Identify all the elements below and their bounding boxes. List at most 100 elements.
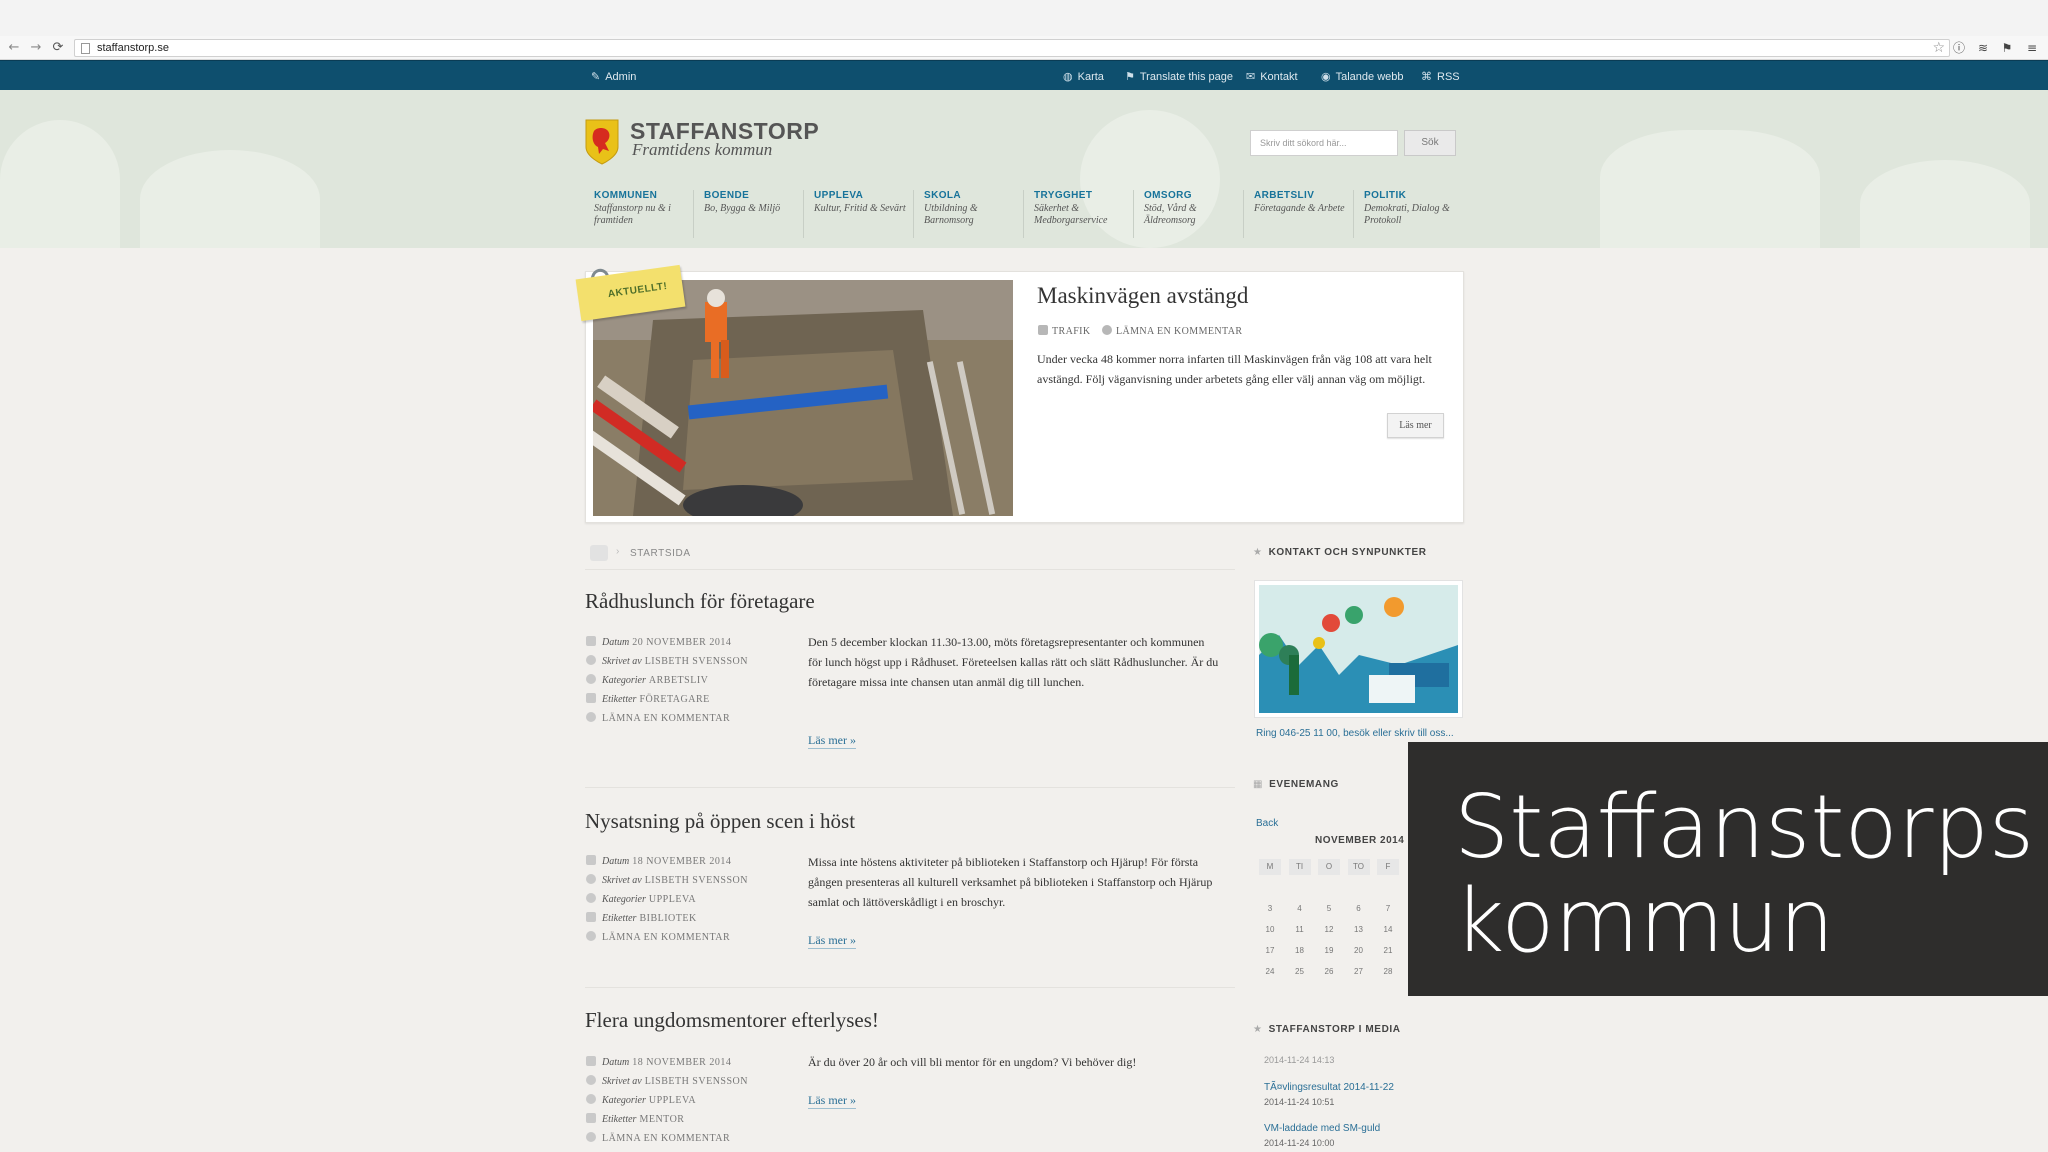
calendar-day[interactable]: 7 — [1377, 901, 1399, 917]
meta-tags[interactable]: Etiketter MENTOR — [586, 1113, 786, 1132]
calendar-day[interactable]: 14 — [1377, 922, 1399, 938]
kontakt-caption-link[interactable]: Ring 046-25 11 00, besök eller skriv til… — [1256, 728, 1454, 739]
meta-author[interactable]: Skrivet av LISBETH SVENSSON — [586, 874, 786, 893]
breadcrumb-home-icon[interactable] — [590, 545, 608, 561]
header-silhouette — [1860, 160, 2030, 248]
calendar-day[interactable]: 4 — [1289, 901, 1311, 917]
post-meta: Datum 18 NOVEMBER 2014 Skrivet av LISBETH … — [586, 1056, 786, 1151]
divider — [585, 569, 1235, 570]
calendar-day[interactable]: 24 — [1259, 964, 1281, 980]
featured-comment-link[interactable]: LÄMNA EN KOMMENTAR — [1102, 325, 1242, 337]
media-item-link[interactable]: VM-laddade med SM-guld — [1264, 1123, 1380, 1134]
calendar-day[interactable]: 6 — [1348, 901, 1370, 917]
back-icon[interactable]: ← — [6, 40, 22, 56]
post-read-more-link[interactable]: Läs mer » — [808, 733, 856, 749]
comment-icon — [586, 1132, 596, 1142]
karta-link[interactable]: ◍ Karta — [1063, 70, 1104, 83]
forward-icon[interactable]: → — [28, 40, 44, 56]
calendar-day[interactable]: 28 — [1377, 964, 1399, 980]
post-meta: Datum 18 NOVEMBER 2014 Skrivet av LISBETH … — [586, 855, 786, 950]
extension-layers-icon[interactable]: ≋ — [1975, 40, 1991, 56]
meta-tags[interactable]: Etiketter BIBLIOTEK — [586, 912, 786, 931]
meta-comment-link[interactable]: LÄMNA EN KOMMENTAR — [586, 1132, 786, 1151]
search-input[interactable]: Skriv ditt sökord här... — [1250, 130, 1398, 156]
kontakt-illustration-art — [1259, 585, 1458, 713]
search-button[interactable]: Sök — [1404, 130, 1456, 156]
nav-item-kommunen[interactable]: KOMMUNEN Staffanstorp nu & i framtiden — [594, 190, 694, 227]
reload-icon[interactable]: ⟳ — [50, 40, 66, 56]
kontakt-link[interactable]: ✉ Kontakt — [1246, 70, 1298, 83]
featured-photo[interactable] — [593, 280, 1013, 516]
nav-item-uppleva[interactable]: UPPLEVA Kultur, Fritid & Sevärt — [814, 190, 914, 215]
calendar-day[interactable]: 12 — [1318, 922, 1340, 938]
meta-category[interactable]: Kategorier ARBETSLIV — [586, 674, 786, 693]
tag-icon — [586, 693, 596, 703]
evenemang-heading: ▦ EVENEMANG — [1253, 779, 1339, 790]
calendar-day[interactable]: 11 — [1289, 922, 1311, 938]
post-read-more-link[interactable]: Läs mer » — [808, 1093, 856, 1109]
nav-divider — [913, 190, 914, 238]
calendar-day[interactable]: 17 — [1259, 943, 1281, 959]
translate-link[interactable]: ⚑ Translate this page — [1125, 70, 1233, 83]
tag-icon — [586, 912, 596, 922]
site-topbar: ✎ Admin ◍ Karta ⚑ Translate this page ✉ Kont… — [0, 60, 2048, 90]
featured-article — [585, 271, 1464, 523]
category-icon — [586, 893, 596, 903]
nav-item-omsorg[interactable]: OMSORG Stöd, Vård & Äldreomsorg — [1144, 190, 1244, 227]
calendar-day[interactable]: 25 — [1289, 964, 1311, 980]
kontakt-illustration[interactable] — [1254, 580, 1463, 718]
nav-item-politik[interactable]: POLITIK Demokrati, Dialog & Protokoll — [1364, 190, 1464, 227]
calendar-day[interactable]: 5 — [1318, 901, 1340, 917]
calendar-day[interactable]: 26 — [1318, 964, 1340, 980]
address-bar[interactable]: staffanstorp.se ☆ — [74, 39, 1950, 57]
tag-icon — [586, 1113, 596, 1123]
calendar-day[interactable]: 18 — [1289, 943, 1311, 959]
post-read-more-link[interactable]: Läs mer » — [808, 933, 856, 949]
calendar-day[interactable]: 21 — [1377, 943, 1399, 959]
extension-info-icon[interactable]: ⓘ — [1951, 40, 1967, 56]
meta-author[interactable]: Skrivet av LISBETH SVENSSON — [586, 1075, 786, 1094]
featured-read-more-button[interactable]: Läs mer — [1387, 413, 1444, 438]
category-icon — [586, 674, 596, 684]
admin-link[interactable]: ✎ Admin — [591, 70, 636, 83]
breadcrumb-separator: › — [616, 546, 620, 557]
extension-flag-icon[interactable]: ⚑ — [1999, 40, 2015, 56]
featured-title[interactable]: Maskinvägen avstängd — [1037, 283, 1248, 309]
calendar-day[interactable]: 3 — [1259, 901, 1281, 917]
post-body: Missa inte höstens aktiviteter på biblio… — [808, 855, 1213, 909]
calendar-weekday: TO — [1347, 859, 1370, 875]
rss-link[interactable]: ⌘ RSS — [1421, 70, 1460, 83]
calendar-day[interactable]: 19 — [1318, 943, 1340, 959]
menu-icon[interactable]: ≡ — [2024, 40, 2040, 56]
featured-tag[interactable]: TRAFIK — [1038, 325, 1091, 337]
page-icon — [81, 43, 90, 54]
calendar-day[interactable]: 27 — [1348, 964, 1370, 980]
calendar-day[interactable]: 10 — [1259, 922, 1281, 938]
post-title[interactable]: Nysatsning på öppen scen i höst — [585, 809, 855, 834]
bookmark-star-icon[interactable]: ☆ — [1932, 40, 1945, 56]
media-item-link[interactable]: TÃ¤vlingsresultat 2014-11-22 — [1264, 1082, 1394, 1093]
calendar-back-link[interactable]: Back — [1256, 818, 1278, 829]
nav-item-trygghet[interactable]: TRYGGHET Säkerhet & Medborgarservice — [1034, 190, 1134, 227]
post-title[interactable]: Rådhuslunch för företagare — [585, 589, 815, 614]
meta-tags[interactable]: Etiketter FÖRETAGARE — [586, 693, 786, 712]
coat-of-arms-logo[interactable] — [585, 119, 619, 165]
calendar-weekday: M — [1259, 859, 1281, 875]
calendar-day[interactable]: 13 — [1348, 922, 1370, 938]
post-body: Är du över 20 år och vill bli mentor för… — [808, 1055, 1137, 1069]
calendar-day[interactable]: 20 — [1348, 943, 1370, 959]
nav-item-arbetsliv[interactable]: ARBETSLIV Företagande & Arbete — [1254, 190, 1354, 215]
nav-item-boende[interactable]: BOENDE Bo, Bygga & Miljö — [704, 190, 804, 215]
user-icon — [586, 655, 596, 665]
meta-comment-link[interactable]: LÄMNA EN KOMMENTAR — [586, 931, 786, 950]
url-text[interactable]: staffanstorp.se — [97, 42, 169, 54]
calendar-icon: ▦ — [1253, 779, 1264, 790]
meta-author[interactable]: Skrivet av LISBETH SVENSSON — [586, 655, 786, 674]
meta-comment-link[interactable]: LÄMNA EN KOMMENTAR — [586, 712, 786, 731]
post-meta: Datum 20 NOVEMBER 2014 Skrivet av LISBETH … — [586, 636, 786, 731]
nav-item-skola[interactable]: SKOLA Utbildning & Barnomsorg — [924, 190, 1024, 227]
talande-webb-link[interactable]: ◉ Talande webb — [1321, 70, 1404, 83]
meta-category[interactable]: Kategorier UPPLEVA — [586, 893, 786, 912]
post-title[interactable]: Flera ungdomsmentorer efterlyses! — [585, 1008, 879, 1033]
meta-category[interactable]: Kategorier UPPLEVA — [586, 1094, 786, 1113]
